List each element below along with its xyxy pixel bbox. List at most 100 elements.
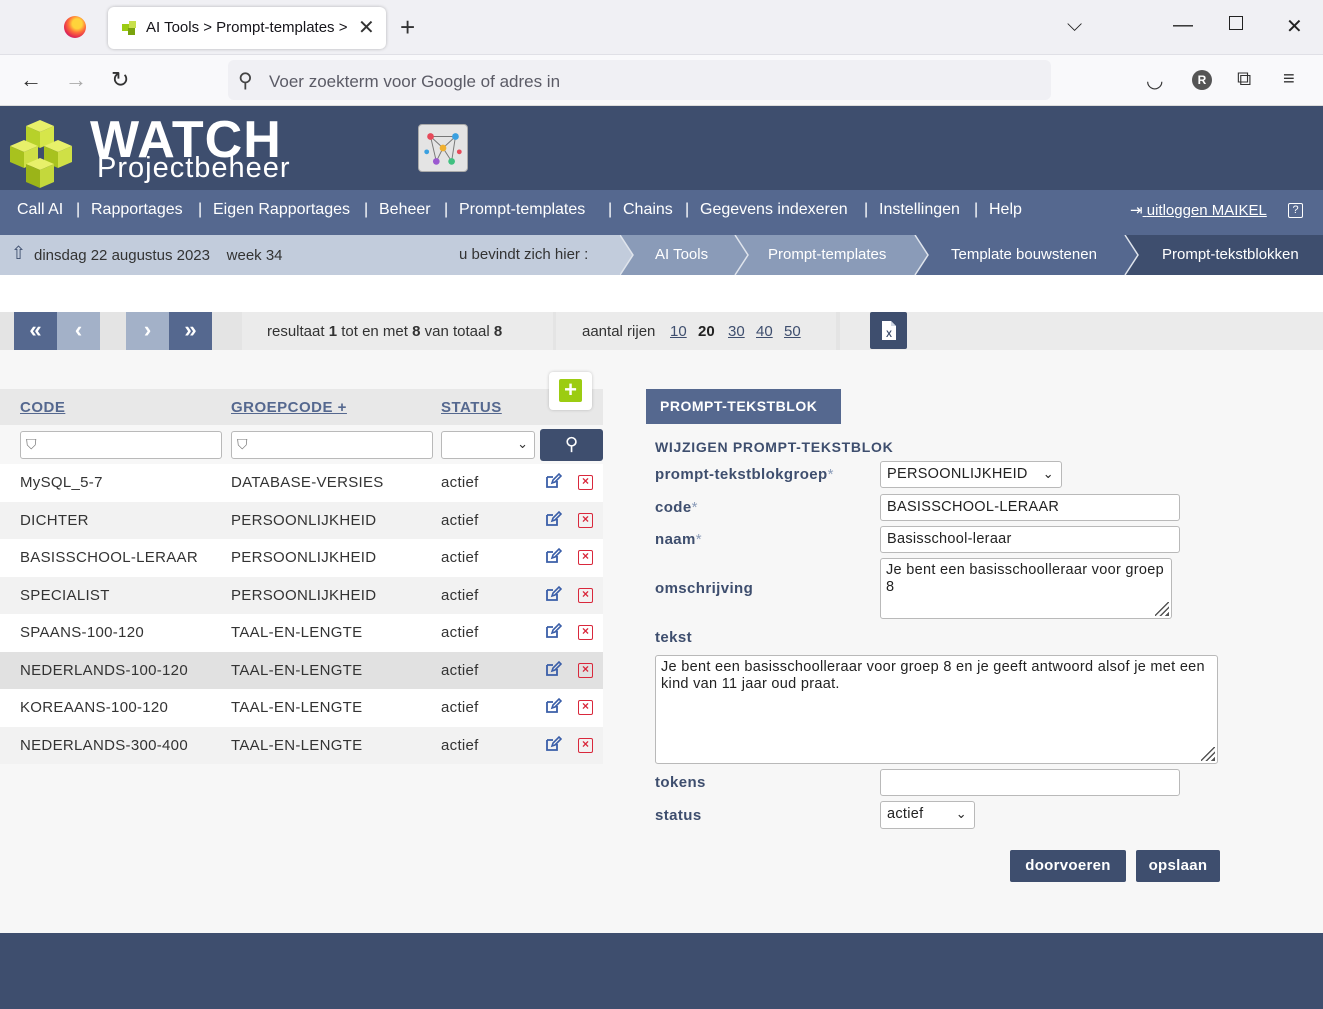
menu-call-ai[interactable]: Call AI xyxy=(17,201,63,219)
rows-option-10[interactable]: 10 xyxy=(670,323,687,340)
rows-option-50[interactable]: 50 xyxy=(784,323,801,340)
filter-groepcode-input[interactable]: ⛉ xyxy=(231,431,433,459)
menu-eigen-rapportages[interactable]: Eigen Rapportages xyxy=(213,201,350,219)
svg-text:X: X xyxy=(886,329,892,339)
menu-gegevens-indexeren[interactable]: Gegevens indexeren xyxy=(700,201,848,219)
menu-separator: | xyxy=(198,201,203,218)
edit-icon[interactable] xyxy=(544,547,562,565)
app-header: WATCH Projectbeheer xyxy=(0,106,1323,190)
browser-tab[interactable]: AI Tools > Prompt-templates > ✕ xyxy=(108,7,386,49)
delete-icon[interactable]: × xyxy=(578,587,593,603)
excel-export-button[interactable]: X xyxy=(870,312,907,349)
logout-label: uitloggen MAIKEL xyxy=(1146,202,1267,219)
table-row[interactable]: NEDERLANDS-100-120 TAAL-EN-LENGTE actief × xyxy=(0,651,603,689)
rows-option-20[interactable]: 20 xyxy=(698,323,715,340)
crumb-ai-tools[interactable]: AI Tools xyxy=(655,235,708,275)
up-arrow-icon[interactable]: ⇧ xyxy=(11,243,26,264)
column-header-groepcode[interactable]: GROEPCODE + xyxy=(231,399,347,416)
logo-cubes-icon[interactable] xyxy=(8,118,78,190)
menu-instellingen[interactable]: Instellingen xyxy=(879,201,960,219)
help-icon[interactable]: ? xyxy=(1288,203,1303,218)
logout-link[interactable]: ⇥ uitloggen MAIKEL xyxy=(1130,201,1267,219)
first-page-button[interactable]: « xyxy=(14,312,57,350)
status-select[interactable]: actief ⌄ xyxy=(880,801,975,829)
window-close-icon[interactable]: ✕ xyxy=(1286,14,1303,39)
naam-field[interactable]: Basisschool-leraar xyxy=(880,526,1180,553)
delete-icon[interactable]: × xyxy=(578,662,593,678)
firefox-icon[interactable] xyxy=(64,16,86,38)
filter-code-input[interactable]: ⛉ xyxy=(20,431,222,459)
menu-rapportages[interactable]: Rapportages xyxy=(91,201,183,219)
groep-select[interactable]: PERSOONLIJKHEID ⌄ xyxy=(880,461,1062,488)
table-row[interactable]: NEDERLANDS-300-400 TAAL-EN-LENGTE actief × xyxy=(0,726,603,764)
cell-groepcode: PERSOONLIJKHEID xyxy=(231,586,377,604)
forward-icon[interactable]: → xyxy=(65,67,87,93)
delete-icon[interactable]: × xyxy=(578,512,593,528)
crumb-prompt-templates[interactable]: Prompt-templates xyxy=(768,235,886,275)
edit-icon[interactable] xyxy=(544,510,562,528)
edit-icon[interactable] xyxy=(544,735,562,753)
search-button[interactable]: ⚲ xyxy=(540,429,603,461)
ai-network-icon[interactable] xyxy=(418,124,468,172)
column-header-code[interactable]: CODE xyxy=(20,399,65,416)
column-header-status[interactable]: STATUS xyxy=(441,399,502,416)
table-row[interactable]: MySQL_5-7 DATABASE-VERSIES actief × xyxy=(0,464,603,502)
opslaan-button[interactable]: opslaan xyxy=(1136,850,1220,882)
menu-beheer[interactable]: Beheer xyxy=(379,201,431,219)
table-row[interactable]: SPECIALIST PERSOONLIJKHEID actief × xyxy=(0,576,603,614)
tokens-field[interactable] xyxy=(880,769,1180,796)
cell-code: BASISSCHOOL-LERAAR xyxy=(20,549,198,566)
doorvoeren-button[interactable]: doorvoeren xyxy=(1010,850,1126,882)
edit-icon[interactable] xyxy=(544,622,562,640)
delete-icon[interactable]: × xyxy=(578,625,593,640)
reload-icon[interactable]: ↻ xyxy=(111,67,129,93)
delete-icon[interactable]: × xyxy=(578,475,593,490)
maximize-icon[interactable] xyxy=(1229,16,1243,30)
delete-icon[interactable]: × xyxy=(578,550,593,565)
address-bar[interactable]: ⚲ Voer zoekterm voor Google of adres in xyxy=(228,60,1051,100)
tekst-textarea[interactable]: Je bent een basisschoolleraar voor groep… xyxy=(655,655,1218,764)
delete-icon[interactable]: × xyxy=(578,700,593,715)
minimize-icon[interactable]: — xyxy=(1173,14,1193,37)
pocket-icon[interactable]: ◡ xyxy=(1146,68,1163,93)
menu-separator: | xyxy=(685,201,690,218)
extensions-icon[interactable]: ⧉ xyxy=(1237,68,1251,91)
table-row[interactable]: SPAANS-100-120 TAAL-EN-LENGTE actief × xyxy=(0,614,603,652)
last-page-button[interactable]: » xyxy=(169,312,212,350)
cell-groepcode: TAAL-EN-LENGTE xyxy=(231,699,363,716)
tab-close-icon[interactable]: ✕ xyxy=(358,15,375,40)
table-row[interactable]: BASISSCHOOL-LERAAR PERSOONLIJKHEID actief × xyxy=(0,539,603,577)
rows-option-40[interactable]: 40 xyxy=(756,323,773,340)
search-icon: ⚲ xyxy=(564,434,579,454)
back-icon[interactable]: ← xyxy=(20,67,42,93)
cell-groepcode: TAAL-EN-LENGTE xyxy=(231,624,363,641)
label-naam: naam* xyxy=(655,531,703,548)
menu-prompt-templates[interactable]: Prompt-templates xyxy=(459,201,585,219)
filter-status-select[interactable]: ⌄ xyxy=(441,431,535,459)
edit-icon[interactable] xyxy=(544,472,562,490)
tab-list-chevron-icon[interactable]: ⌵ xyxy=(1067,14,1082,37)
current-date: dinsdag 22 augustus 2023 week 34 xyxy=(34,247,283,264)
rows-option-30[interactable]: 30 xyxy=(728,323,745,340)
next-page-button[interactable]: › xyxy=(126,312,169,350)
add-button[interactable]: + xyxy=(549,372,592,410)
menu-chains[interactable]: Chains xyxy=(623,201,673,219)
cell-code: SPECIALIST xyxy=(20,586,110,604)
menu-help[interactable]: Help xyxy=(989,201,1022,219)
edit-icon[interactable] xyxy=(544,660,562,678)
chevron-down-icon: ⌄ xyxy=(1042,466,1054,481)
edit-icon[interactable] xyxy=(544,697,562,715)
delete-icon[interactable]: × xyxy=(578,737,593,753)
resize-grip-icon[interactable] xyxy=(1201,747,1215,761)
code-field[interactable]: BASISSCHOOL-LERAAR xyxy=(880,494,1180,521)
table-row[interactable]: KOREAANS-100-120 TAAL-EN-LENGTE actief × xyxy=(0,689,603,727)
profile-avatar[interactable]: R xyxy=(1192,70,1212,90)
new-tab-icon[interactable]: + xyxy=(400,12,415,43)
omschrijving-textarea[interactable]: Je bent een basisschoolleraar voor groep… xyxy=(880,558,1172,619)
menu-hamburger-icon[interactable]: ≡ xyxy=(1283,68,1295,91)
table-row[interactable]: DICHTER PERSOONLIJKHEID actief × xyxy=(0,501,603,539)
edit-icon[interactable] xyxy=(544,585,562,603)
crumb-template-bouwstenen[interactable]: Template bouwstenen xyxy=(951,235,1097,275)
prev-page-button[interactable]: ‹ xyxy=(57,312,100,350)
resize-grip-icon[interactable] xyxy=(1155,602,1169,616)
